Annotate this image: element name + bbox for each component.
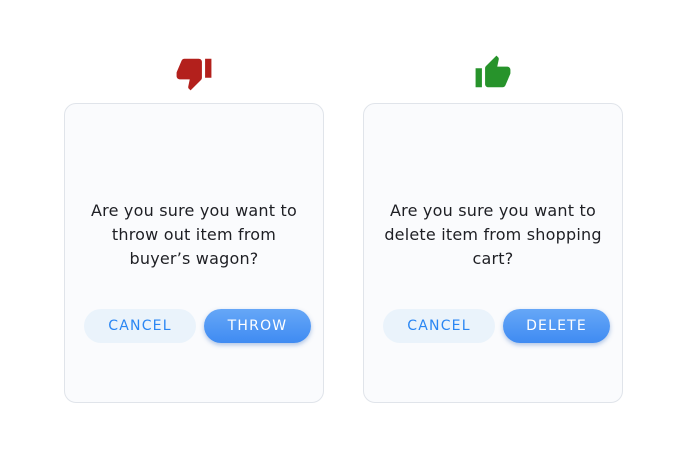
dialog-message: Are you sure you want to delete item fro… [384, 201, 602, 268]
thumbs-up-icon [474, 54, 512, 92]
thumbs-down-icon-svg [176, 58, 212, 91]
thumbs-up-icon-svg [475, 55, 511, 88]
thumbs-down-icon [175, 54, 213, 92]
dialog-message: Are you sure you want to throw out item … [91, 201, 297, 268]
good-example-dialog: Are you sure you want to delete item fro… [363, 103, 623, 403]
cancel-button[interactable]: CANCEL [84, 309, 196, 343]
cancel-button[interactable]: CANCEL [383, 309, 495, 343]
bad-example-dialog: Are you sure you want to throw out item … [64, 103, 324, 403]
throw-button[interactable]: THROW [204, 309, 311, 343]
delete-button[interactable]: DELETE [503, 309, 610, 343]
